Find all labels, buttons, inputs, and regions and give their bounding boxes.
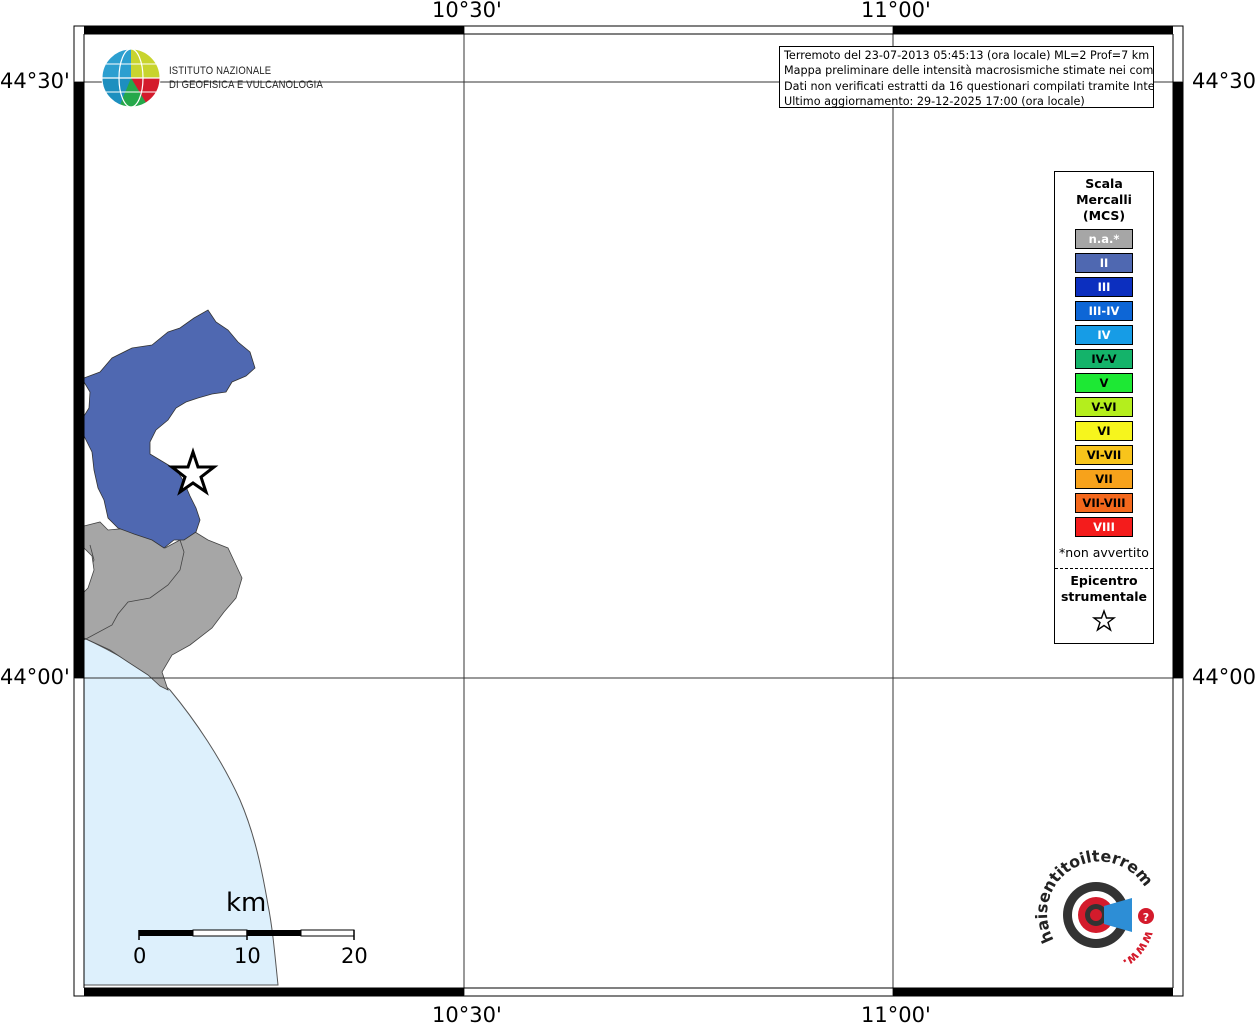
ingv-logo-icon [101,48,161,108]
legend-swatch: V [1075,373,1133,393]
ingv-logo-text: ISTITUTO NAZIONALE DI GEOFISICA E VULCAN… [169,64,323,92]
legend-swatch: VII-VIII [1075,493,1133,513]
legend-epicenter-line: Epicentro [1070,573,1138,588]
border-bar [1173,82,1183,678]
legend-swatch: III-IV [1075,301,1133,321]
lat-label-left: 44°00' [0,665,70,689]
info-line: Terremoto del 23-07-2013 05:45:13 (ora l… [784,49,1150,62]
legend-swatch: VI-VII [1075,445,1133,465]
lon-label-bottom: 11°00' [861,1003,931,1027]
lat-label-right: 44°30' [1192,69,1256,93]
border-bar [893,26,1173,34]
legend-swatch: V-VI [1075,397,1133,417]
legend-swatch: III [1075,277,1133,297]
scale-tick-label: 10 [234,944,261,968]
info-line: Dati non verificati estratti da 16 quest… [784,79,1154,93]
border-bar [84,988,464,996]
legend-swatch: VII [1075,469,1133,489]
legend-swatch: VI [1075,421,1133,441]
legend-swatch: IV-V [1075,349,1133,369]
legend-swatch: II [1075,253,1133,273]
svg-text:?: ? [1143,911,1149,924]
intensity-map: ? haisentitoilterremoto.it www. 10°30' 1… [0,0,1256,1027]
legend-title-line: (MCS) [1082,208,1126,223]
lon-label-top: 10°30' [432,0,502,22]
legend-title-line: Scala [1085,176,1123,191]
lat-label-right: 44°00' [1192,665,1256,689]
lon-label-bottom: 10°30' [432,1003,502,1027]
border-bar [74,82,84,678]
legend-epicenter-label: Epicentro strumentale [1055,573,1153,605]
logo-line: DI GEOFISICA E VULCANOLOGIA [169,79,323,91]
legend-title: Scala Mercalli (MCS) [1055,176,1153,224]
info-line: Ultimo aggiornamento: 29-12-2025 17:00 (… [784,94,1085,108]
legend-star-icon [1091,609,1117,632]
border-bar [84,26,464,34]
legend-divider [1055,568,1153,569]
scale-unit-label: km [226,888,267,918]
legend-epicenter-line: strumentale [1060,589,1148,604]
lon-label-top: 11°00' [861,0,931,22]
legend-swatch-list: n.a.* II III III-IV IV IV-V V V-VI VI VI-VII VII VI… [1075,229,1133,541]
earthquake-info-box: Terremoto del 23-07-2013 05:45:13 (ora l… [779,46,1154,108]
border-bar [893,988,1173,996]
legend-title-line: Mercalli [1076,192,1132,207]
info-line: Mappa preliminare delle intensità macros… [784,64,1154,78]
scale-tick-label: 0 [133,944,147,968]
logo-line: ISTITUTO NAZIONALE [169,65,272,77]
mcs-legend: Scala Mercalli (MCS) n.a.* II III III-IV IV I… [1054,171,1154,644]
legend-swatch: n.a.* [1075,229,1133,249]
lat-label-left: 44°30' [0,69,70,93]
legend-note: *non avvertito [1059,545,1149,560]
legend-swatch: IV [1075,325,1133,345]
legend-swatch: VIII [1075,517,1133,537]
scale-tick-label: 20 [341,944,368,968]
